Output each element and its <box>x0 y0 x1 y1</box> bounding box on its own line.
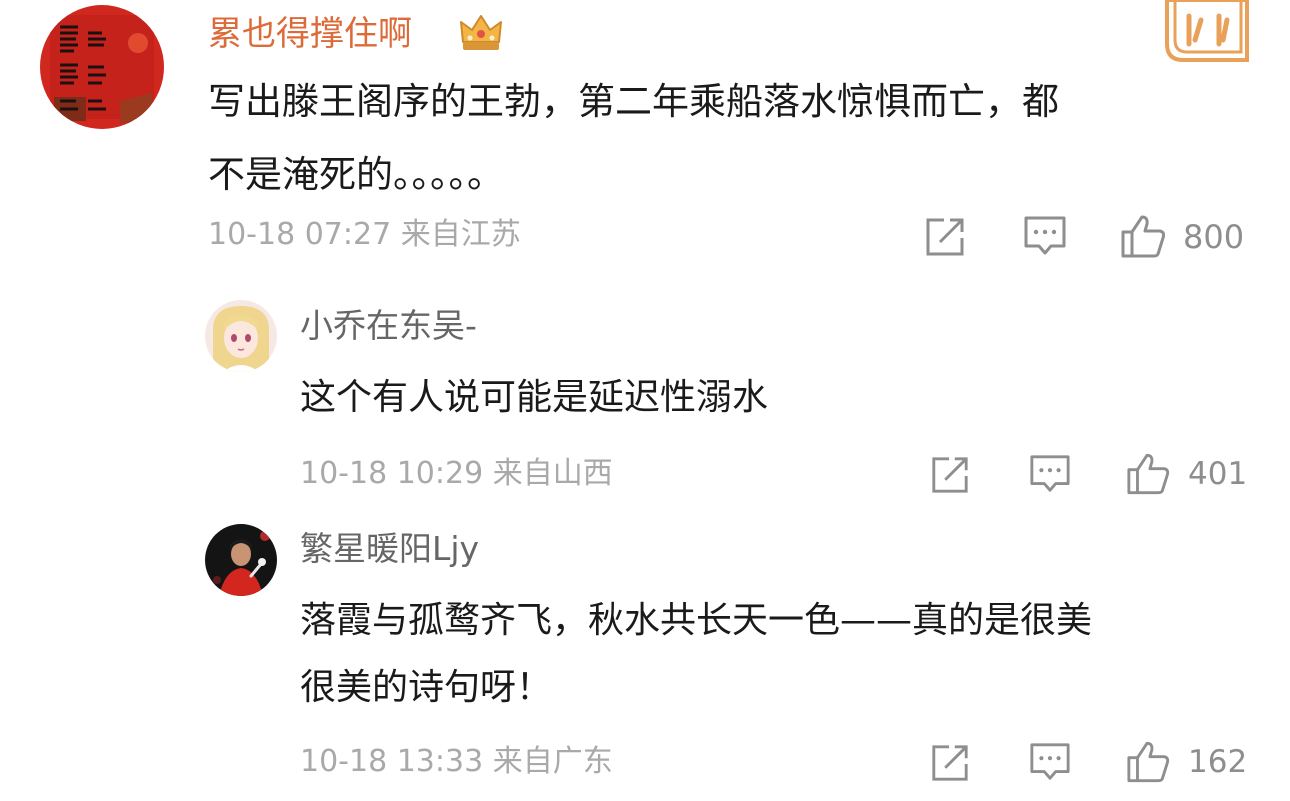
like-count: 800 <box>1183 218 1245 256</box>
reply-time: 10-18 13:33 <box>300 744 484 779</box>
share-icon[interactable] <box>924 216 966 258</box>
reply-meta: 10-18 13:33 来自广东 <box>300 747 613 777</box>
reply-text: 落霞与孤鹜齐飞，秋水共长天一色——真的是很美 <box>300 600 1093 641</box>
share-icon[interactable] <box>930 455 970 495</box>
avatar[interactable] <box>205 524 277 596</box>
thumbs-up-icon[interactable] <box>1126 740 1170 783</box>
comment-author[interactable]: 累也得撑住啊 <box>208 17 412 51</box>
reply-meta: 10-18 10:29 来自山西 <box>300 459 613 489</box>
comment-meta: 10-18 07:27 来自江苏 <box>208 220 521 250</box>
crown-icon[interactable] <box>458 12 504 54</box>
avatar[interactable] <box>40 5 164 129</box>
reply-location: 来自广东 <box>492 744 613 779</box>
like-count: 162 <box>1188 744 1248 780</box>
comment-location: 来自江苏 <box>400 217 521 252</box>
reply-location: 来自山西 <box>492 456 613 491</box>
reply-text: 这个有人说可能是延迟性溺水 <box>300 377 769 418</box>
like-count: 401 <box>1188 456 1248 492</box>
comment-thread: 累也得撑住啊 写出滕王阁序的王勃，第二年乘船落水惊惧而亡，都 不是淹死的。。。。… <box>0 0 1290 801</box>
avatar[interactable] <box>205 300 277 372</box>
share-icon[interactable] <box>930 743 970 783</box>
orange-badge-icon[interactable] <box>1165 0 1249 62</box>
reply-author[interactable]: 繁星暖阳Ljy <box>300 532 479 565</box>
comment-text: 不是淹死的。。。。。 <box>208 153 504 196</box>
thumbs-up-icon[interactable] <box>1126 452 1170 495</box>
comment-text: 写出滕王阁序的王勃，第二年乘船落水惊惧而亡，都 <box>208 80 1059 123</box>
reply-time: 10-18 10:29 <box>300 456 484 491</box>
reply-text: 很美的诗句呀！ <box>300 667 553 708</box>
reply-author[interactable]: 小乔在东吴- <box>300 309 477 342</box>
thumbs-up-icon[interactable] <box>1120 214 1166 258</box>
comment-icon[interactable] <box>1029 741 1071 783</box>
comment-time: 10-18 07:27 <box>208 217 392 252</box>
comment-icon[interactable] <box>1023 214 1067 258</box>
comment-icon[interactable] <box>1029 453 1071 495</box>
